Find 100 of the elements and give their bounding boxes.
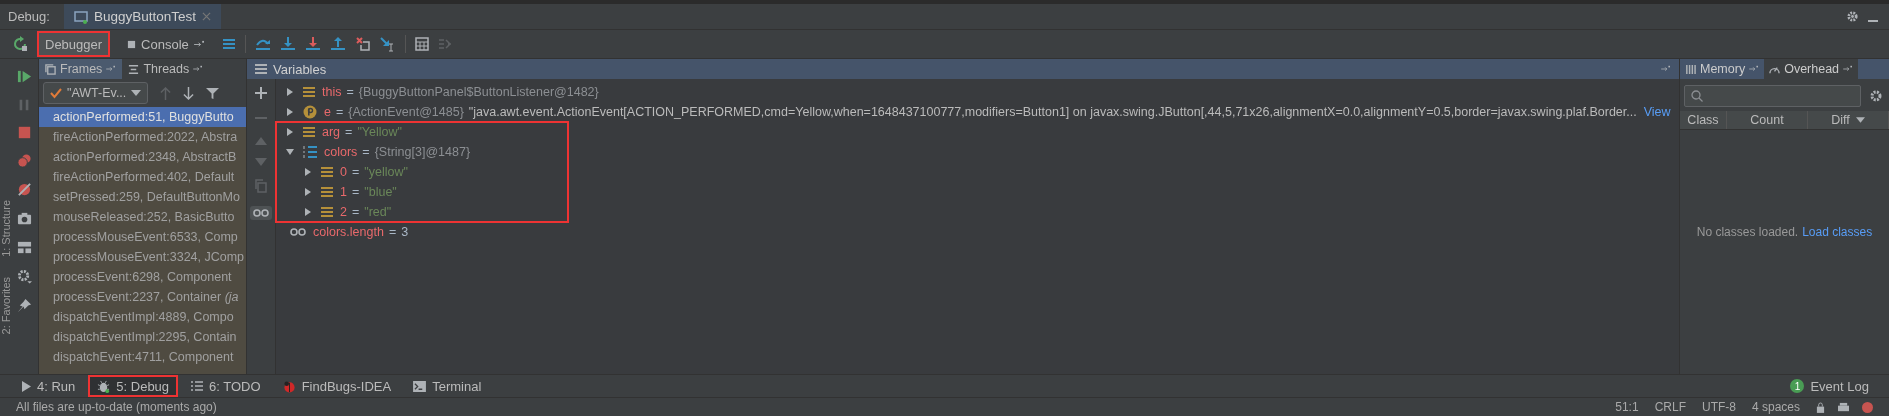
- step-out-icon[interactable]: [329, 36, 346, 52]
- status-item[interactable]: 4 spaces: [1751, 400, 1800, 414]
- variable-detail: "java.awt.event.ActionEvent[ACTION_PERFORMED,cmd=Yellow,when=1648437100777,modifiers=Button1] on javax.swing.JButton[,44,5,71x26,alignmentX=0.0,alignmentY=0.5,border=javax.swing.plaf.Border...: [468, 105, 1637, 119]
- variable-row[interactable]: 0 = "yellow": [276, 162, 568, 182]
- terminal-icon: [413, 380, 427, 392]
- expand-arrow-icon[interactable]: [286, 108, 294, 116]
- layout-icon[interactable]: [16, 240, 32, 255]
- search-field[interactable]: [1684, 85, 1861, 107]
- pin-icon[interactable]: [1749, 65, 1760, 73]
- watches-toggle[interactable]: [250, 206, 272, 220]
- filter-icon[interactable]: [206, 86, 220, 100]
- watch-expression: colors.length: [313, 225, 384, 239]
- settings-icon[interactable]: [1869, 89, 1883, 103]
- debugger-tab[interactable]: Debugger: [37, 31, 111, 57]
- panel-tab[interactable]: Memory: [1680, 59, 1765, 79]
- mute-breakpoints-icon[interactable]: [16, 182, 32, 197]
- stack-frame[interactable]: processMouseEvent:6533, Comp: [39, 227, 246, 247]
- stack-frame[interactable]: processEvent:2237, Container (ja: [39, 287, 246, 307]
- breakpoints-icon[interactable]: [16, 153, 32, 168]
- status-item[interactable]: UTF-8: [1701, 400, 1736, 414]
- expand-arrow-icon[interactable]: [286, 128, 294, 136]
- run-to-cursor-icon[interactable]: [379, 36, 396, 52]
- run-config-tab[interactable]: BuggyButtonTest: [63, 4, 221, 29]
- variable-row[interactable]: colors = {String[3]@1487}: [276, 142, 568, 162]
- stack-frame[interactable]: fireActionPerformed:2022, Abstra: [39, 127, 246, 147]
- force-step-into-icon[interactable]: [304, 36, 321, 52]
- stack-frame[interactable]: setPressed:259, DefaultButtonMo: [39, 187, 246, 207]
- panel-tab[interactable]: Overhead: [1764, 59, 1859, 79]
- pin-icon[interactable]: [1661, 65, 1671, 73]
- lock-icon[interactable]: [1816, 401, 1825, 413]
- add-icon[interactable]: [255, 87, 267, 99]
- load-classes-link[interactable]: Load classes: [1802, 225, 1873, 239]
- pin-icon[interactable]: [16, 298, 32, 313]
- settings-icon[interactable]: [16, 269, 32, 284]
- pin-icon[interactable]: [193, 65, 204, 73]
- pin-icon[interactable]: [106, 65, 117, 73]
- variable-name: arg: [322, 125, 341, 139]
- parameter-icon: [303, 105, 317, 119]
- status-item[interactable]: CRLF: [1654, 400, 1686, 414]
- settings-icon[interactable]: [1846, 10, 1859, 23]
- variable-row[interactable]: 1 = "blue": [276, 182, 568, 202]
- variable-name: 1: [340, 185, 347, 199]
- pin-icon[interactable]: [1843, 65, 1854, 73]
- expand-arrow-icon[interactable]: [304, 208, 312, 216]
- watch-value: 3: [401, 225, 409, 239]
- variable-row[interactable]: 2 = "red": [276, 202, 568, 222]
- stack-frame[interactable]: mouseReleased:252, BasicButto: [39, 207, 246, 227]
- variable-value: "blue": [364, 185, 397, 199]
- tool-window-button[interactable]: 6: TODO: [183, 376, 269, 396]
- expand-arrow-icon[interactable]: [304, 168, 312, 176]
- debug-label: Debug:: [8, 9, 50, 24]
- camera-icon[interactable]: [16, 211, 32, 226]
- tool-window-button[interactable]: Terminal: [405, 376, 490, 396]
- panel-tab[interactable]: Frames: [39, 59, 123, 79]
- variable-row[interactable]: arg = "Yellow": [276, 122, 568, 142]
- inspector-icon[interactable]: [1837, 401, 1850, 413]
- stack-frame[interactable]: processMouseEvent:3324, JComp: [39, 247, 246, 267]
- notification-count: 1: [1790, 379, 1805, 393]
- stack-frame[interactable]: dispatchEvent:4711, Component: [39, 347, 246, 367]
- pin-icon[interactable]: [193, 39, 205, 49]
- tool-window-button[interactable]: 4: Run: [14, 376, 84, 396]
- status-item[interactable]: 51:1: [1615, 400, 1639, 414]
- resume-icon[interactable]: [16, 69, 32, 84]
- equals-sign: =: [351, 205, 360, 219]
- stack-frame[interactable]: actionPerformed:2348, AbstractB: [39, 147, 246, 167]
- debugger-tab[interactable]: Console: [119, 31, 213, 57]
- column-header[interactable]: Diff: [1808, 111, 1889, 129]
- thread-dropdown[interactable]: "AWT-Ev...: [43, 82, 149, 104]
- column-header[interactable]: Class: [1680, 111, 1727, 129]
- empty-message: No classes loaded.: [1696, 225, 1799, 239]
- glasses-icon: [290, 228, 306, 236]
- variable-row[interactable]: this = {BuggyButtonPanel$ButtonListener@1482}: [276, 82, 1679, 102]
- rerun-icon[interactable]: [12, 36, 28, 52]
- tool-window-label[interactable]: 1: Structure: [0, 199, 10, 257]
- expand-arrow-icon[interactable]: [304, 188, 312, 196]
- drop-frame-icon[interactable]: [354, 36, 371, 52]
- tool-window-button[interactable]: 5: Debug: [89, 376, 178, 396]
- tool-window-button[interactable]: FindBugs-IDEA: [274, 376, 400, 396]
- stack-frame[interactable]: dispatchEventImpl:2295, Contain: [39, 327, 246, 347]
- sort-caret-icon: [1855, 117, 1865, 123]
- stack-frame[interactable]: fireActionPerformed:402, Default: [39, 167, 246, 187]
- panel-tab[interactable]: Threads: [122, 59, 210, 79]
- equals-sign: =: [351, 165, 360, 179]
- error-icon[interactable]: [1862, 401, 1873, 413]
- stack-frame[interactable]: actionPerformed:51, BuggyButto: [39, 107, 246, 127]
- view-link[interactable]: View: [1643, 105, 1671, 119]
- step-into-icon[interactable]: [279, 36, 296, 52]
- stop-icon[interactable]: [17, 126, 31, 139]
- event-log-button[interactable]: 1 Event Log: [1782, 376, 1877, 396]
- down-arrow-icon[interactable]: [183, 86, 195, 100]
- list-icon[interactable]: [221, 37, 236, 51]
- expand-arrow-icon[interactable]: [286, 148, 294, 156]
- stack-frame[interactable]: processEvent:6298, Component: [39, 267, 246, 287]
- expand-arrow-icon[interactable]: [286, 88, 294, 96]
- watch-row[interactable]: colors.length = 3: [276, 222, 1679, 242]
- column-header[interactable]: Count: [1727, 111, 1808, 129]
- stack-frame[interactable]: dispatchEventImpl:4889, Compo: [39, 307, 246, 327]
- tool-window-label[interactable]: 2: Favorites: [0, 276, 10, 334]
- calculator-icon[interactable]: [414, 37, 429, 51]
- array-icon: [303, 145, 317, 159]
